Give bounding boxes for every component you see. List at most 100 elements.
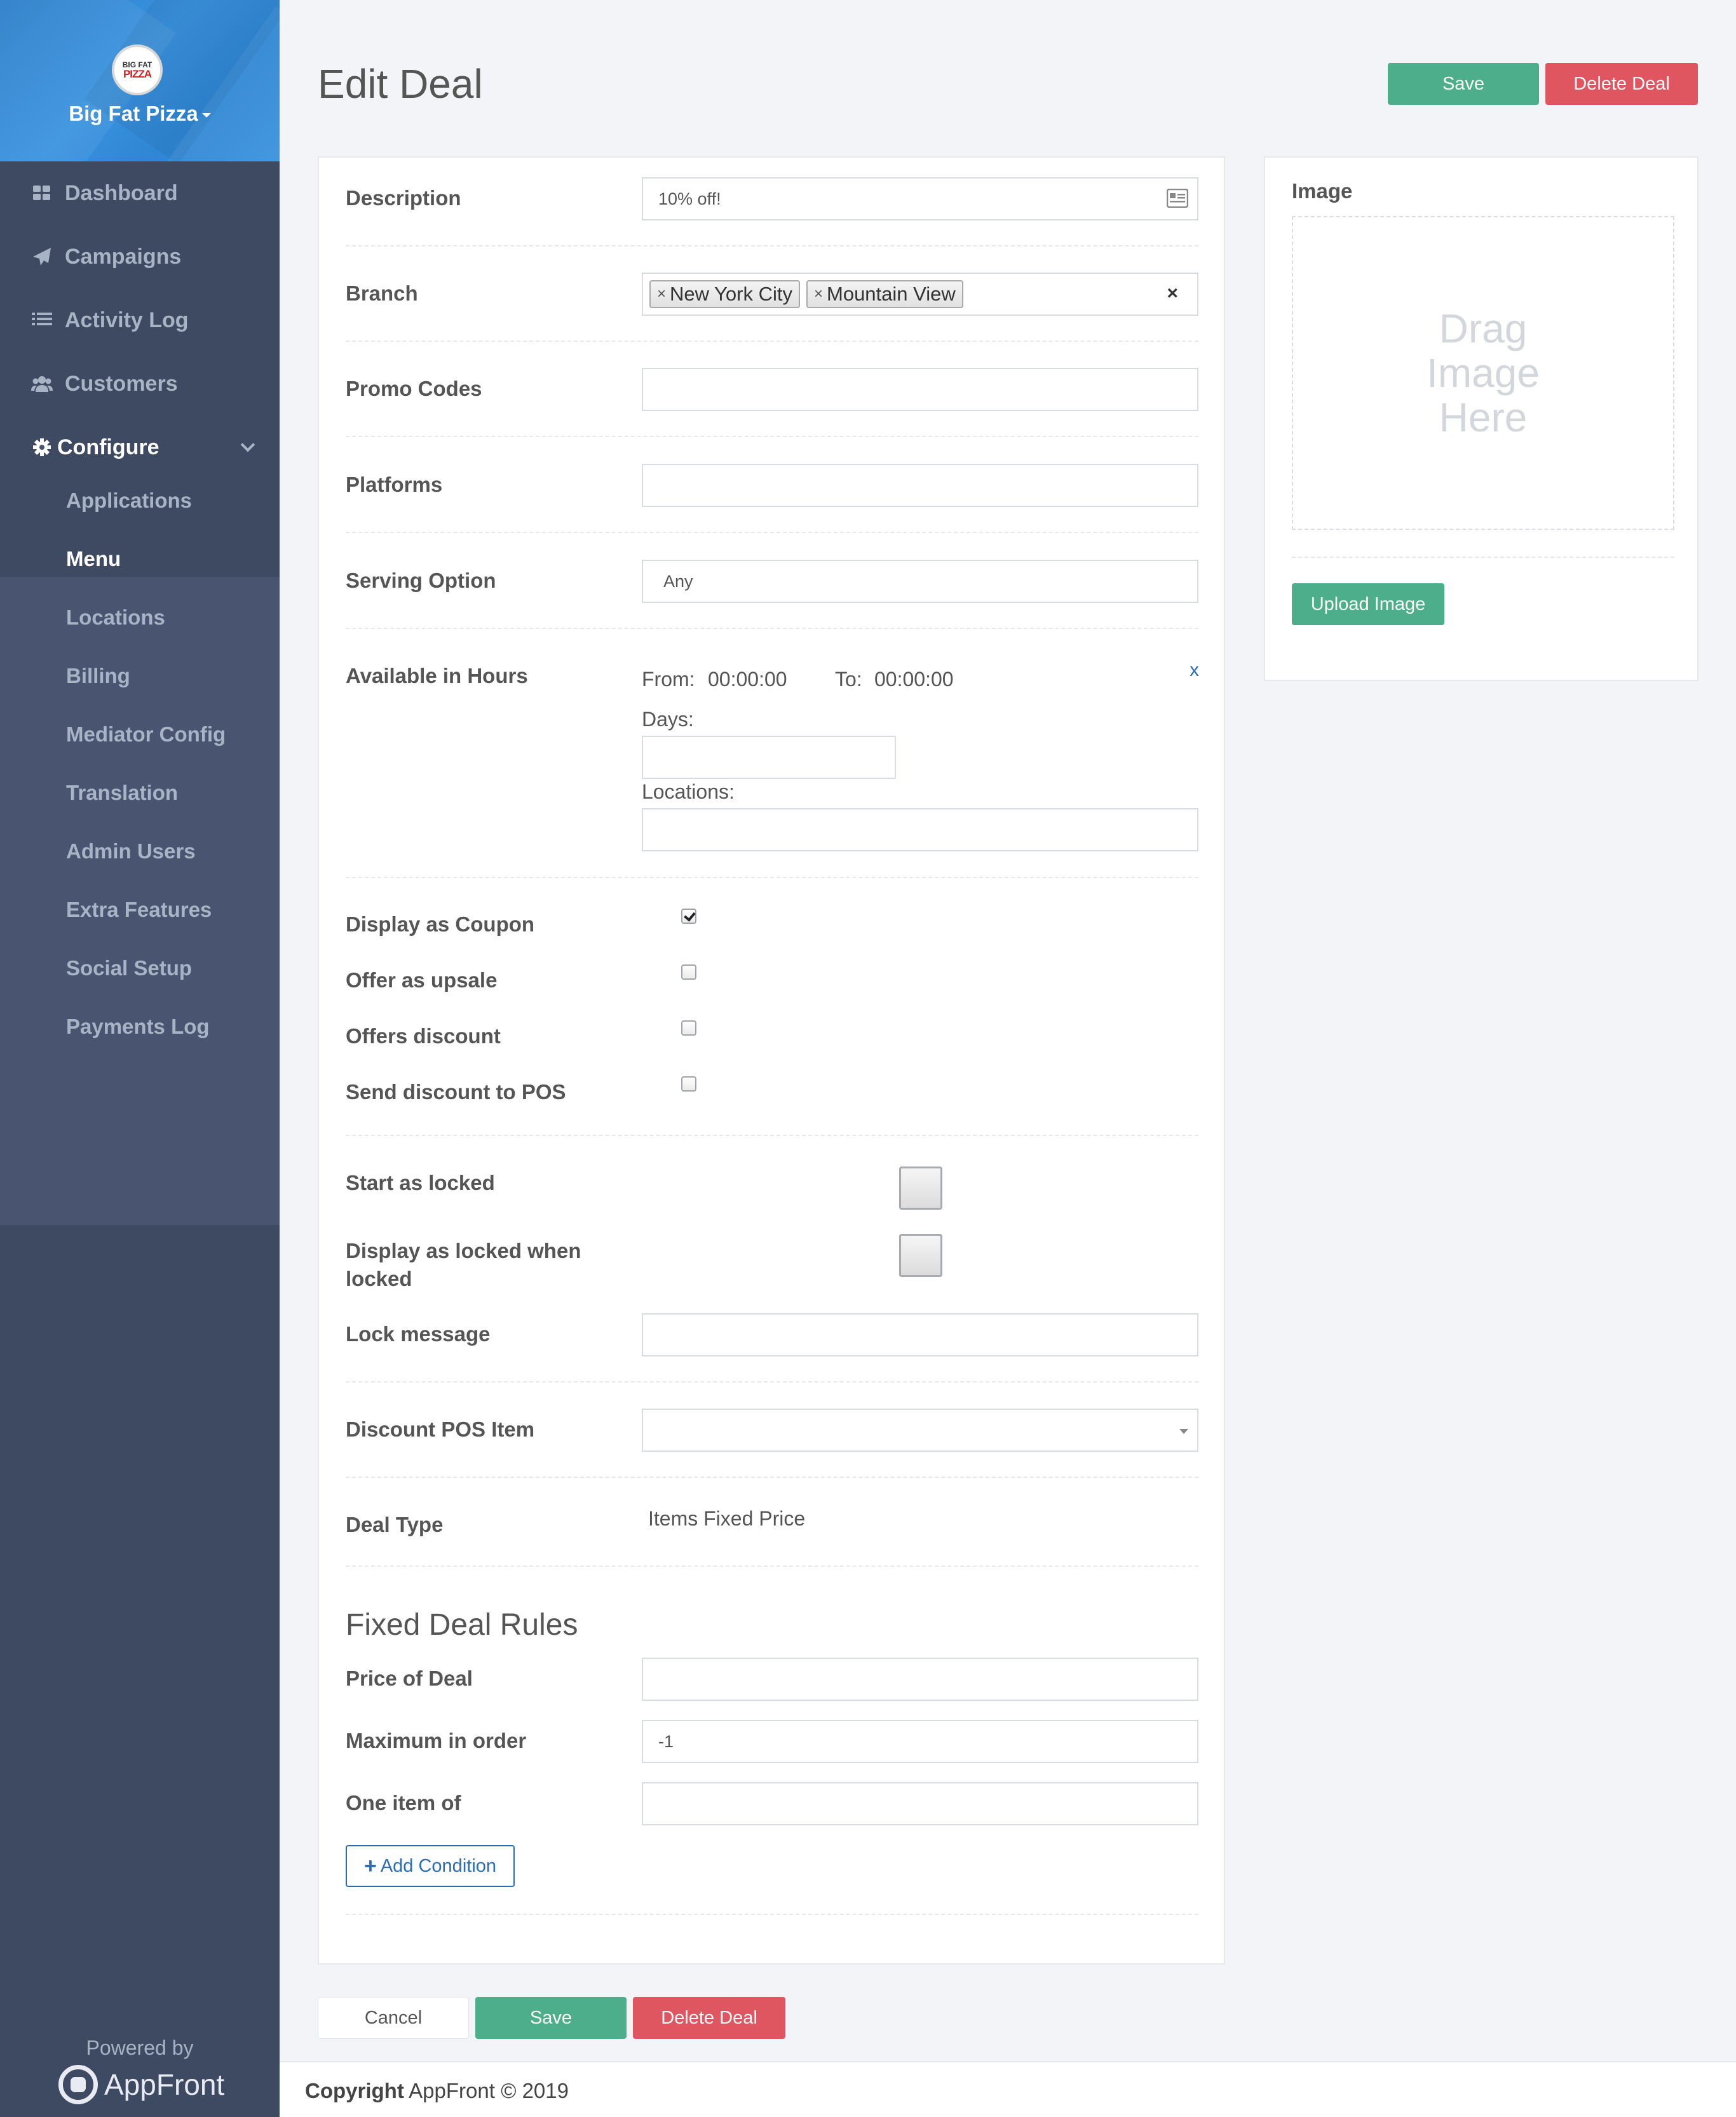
subnav-item-payments-log[interactable]: Payments Log — [66, 1008, 210, 1046]
offer-as-upsale-label: Offer as upsale — [346, 968, 498, 992]
sidebar-item-label: Customers — [65, 371, 178, 396]
from-label: From: — [642, 668, 695, 691]
remove-tag-icon[interactable]: × — [657, 285, 666, 303]
delete-deal-button-bottom[interactable]: Delete Deal — [633, 1997, 785, 2039]
days-input[interactable] — [642, 736, 896, 779]
image-dropzone[interactable]: Drag Image Here — [1292, 216, 1674, 530]
display-as-coupon-checkbox[interactable] — [681, 909, 696, 924]
subnav-item-billing[interactable]: Billing — [66, 657, 130, 695]
serving-option-label: Serving Option — [346, 569, 496, 592]
sidebar-item-activity-log[interactable]: Activity Log — [0, 288, 280, 352]
deal-type-label: Deal Type — [346, 1513, 444, 1536]
locations-label: Locations: — [642, 780, 735, 803]
sidebar: BIG FAT PIZZA Big Fat Pizza Dashboard Ca… — [0, 0, 280, 2117]
upload-image-button[interactable]: Upload Image — [1292, 583, 1444, 625]
display-as-locked-label: Display as locked when locked — [346, 1239, 581, 1290]
users-icon — [31, 372, 53, 395]
page-title: Edit Deal — [318, 61, 483, 107]
price-of-deal-label: Price of Deal — [346, 1667, 473, 1690]
separator — [346, 1135, 1198, 1136]
separator — [346, 1914, 1198, 1915]
promo-codes-input[interactable] — [642, 368, 1198, 411]
brand-header[interactable]: BIG FAT PIZZA Big Fat Pizza — [0, 0, 280, 161]
add-condition-button[interactable]: + Add Condition — [346, 1845, 515, 1887]
price-of-deal-input[interactable] — [642, 1658, 1198, 1701]
list-icon — [31, 309, 53, 332]
offer-as-upsale-checkbox[interactable] — [681, 964, 696, 980]
save-button-bottom[interactable]: Save — [475, 1997, 627, 2039]
remove-hours-link[interactable]: x — [1190, 659, 1199, 681]
from-time-value[interactable]: 00:00:00 — [708, 668, 787, 691]
gear-icon — [31, 436, 53, 459]
image-label: Image — [1292, 179, 1353, 203]
main-content: Edit Deal Save Delete Deal Description 1… — [280, 0, 1736, 2117]
sidebar-item-campaigns[interactable]: Campaigns — [0, 225, 280, 288]
separator — [346, 245, 1198, 247]
platforms-input[interactable] — [642, 464, 1198, 507]
chevron-down-icon — [240, 437, 255, 452]
display-as-locked-toggle[interactable] — [899, 1234, 942, 1277]
separator — [346, 1477, 1198, 1478]
lock-message-label: Lock message — [346, 1322, 491, 1346]
text-editor-icon[interactable] — [1166, 188, 1189, 212]
brand-switcher[interactable]: Big Fat Pizza — [0, 102, 280, 126]
subnav-item-menu[interactable]: Menu — [66, 540, 121, 578]
plus-icon: + — [363, 1853, 377, 1878]
one-item-of-input[interactable] — [642, 1782, 1198, 1825]
cancel-button[interactable]: Cancel — [318, 1997, 469, 2039]
subnav-item-locations[interactable]: Locations — [66, 599, 165, 637]
send-discount-to-pos-checkbox[interactable] — [681, 1076, 696, 1092]
deal-form-card: Description 10% off! Branch × New York Ci… — [318, 156, 1225, 1965]
to-time-value[interactable]: 00:00:00 — [874, 668, 954, 691]
locations-input[interactable] — [642, 808, 1198, 851]
subnav-item-applications[interactable]: Applications — [66, 482, 192, 520]
save-button[interactable]: Save — [1388, 63, 1539, 105]
branch-label: Branch — [346, 281, 418, 305]
deal-type-value: Items Fixed Price — [648, 1507, 806, 1530]
sidebar-item-customers[interactable]: Customers — [0, 352, 280, 416]
subnav-item-admin-users[interactable]: Admin Users — [66, 832, 196, 870]
footer: Copyright AppFront © 2019 — [280, 2061, 1736, 2117]
separator — [1292, 557, 1674, 558]
appfront-logo[interactable]: AppFront — [58, 2065, 224, 2104]
sidebar-item-label: Activity Log — [65, 308, 189, 332]
branch-tag[interactable]: × New York City — [649, 280, 800, 308]
remove-tag-icon[interactable]: × — [814, 285, 823, 303]
subnav-item-social-setup[interactable]: Social Setup — [66, 949, 192, 987]
description-input[interactable]: 10% off! — [642, 177, 1198, 220]
display-as-coupon-label: Display as Coupon — [346, 912, 535, 936]
maximum-in-order-label: Maximum in order — [346, 1729, 527, 1752]
separator — [346, 532, 1198, 533]
available-hours-label: Available in Hours — [346, 664, 528, 687]
start-as-locked-label: Start as locked — [346, 1171, 495, 1194]
discount-pos-item-select[interactable] — [642, 1409, 1198, 1452]
sidebar-item-dashboard[interactable]: Dashboard — [0, 161, 280, 225]
serving-option-select[interactable]: Any — [642, 560, 1198, 603]
brand-name: Big Fat Pizza — [69, 102, 198, 125]
separator — [346, 628, 1198, 629]
branch-multiselect[interactable]: × New York City × Mountain View × — [642, 273, 1198, 316]
separator — [346, 1381, 1198, 1383]
clear-selection-icon[interactable]: × — [1167, 283, 1178, 304]
platforms-label: Platforms — [346, 473, 443, 496]
separator — [346, 341, 1198, 342]
lock-message-input[interactable] — [642, 1313, 1198, 1356]
subnav-item-translation[interactable]: Translation — [66, 774, 178, 812]
image-card: Image Drag Image Here Upload Image — [1264, 156, 1699, 681]
brand-logo: BIG FAT PIZZA — [112, 44, 163, 95]
sidebar-item-configure[interactable]: Configure — [0, 416, 280, 479]
dashboard-icon — [31, 182, 53, 205]
subnav-item-mediator-config[interactable]: Mediator Config — [66, 715, 226, 754]
delete-deal-button[interactable]: Delete Deal — [1545, 63, 1698, 105]
maximum-in-order-input[interactable]: -1 — [642, 1720, 1198, 1763]
sidebar-item-label: Dashboard — [65, 180, 178, 205]
start-as-locked-toggle[interactable] — [899, 1167, 942, 1210]
branch-tag[interactable]: × Mountain View — [806, 280, 963, 308]
one-item-of-label: One item of — [346, 1791, 461, 1815]
offers-discount-checkbox[interactable] — [681, 1020, 696, 1036]
subnav-item-extra-features[interactable]: Extra Features — [66, 891, 212, 929]
discount-pos-item-label: Discount POS Item — [346, 1417, 535, 1441]
caret-down-icon — [201, 112, 211, 118]
description-value: 10% off! — [658, 189, 721, 208]
fixed-deal-rules-heading: Fixed Deal Rules — [346, 1608, 578, 1642]
